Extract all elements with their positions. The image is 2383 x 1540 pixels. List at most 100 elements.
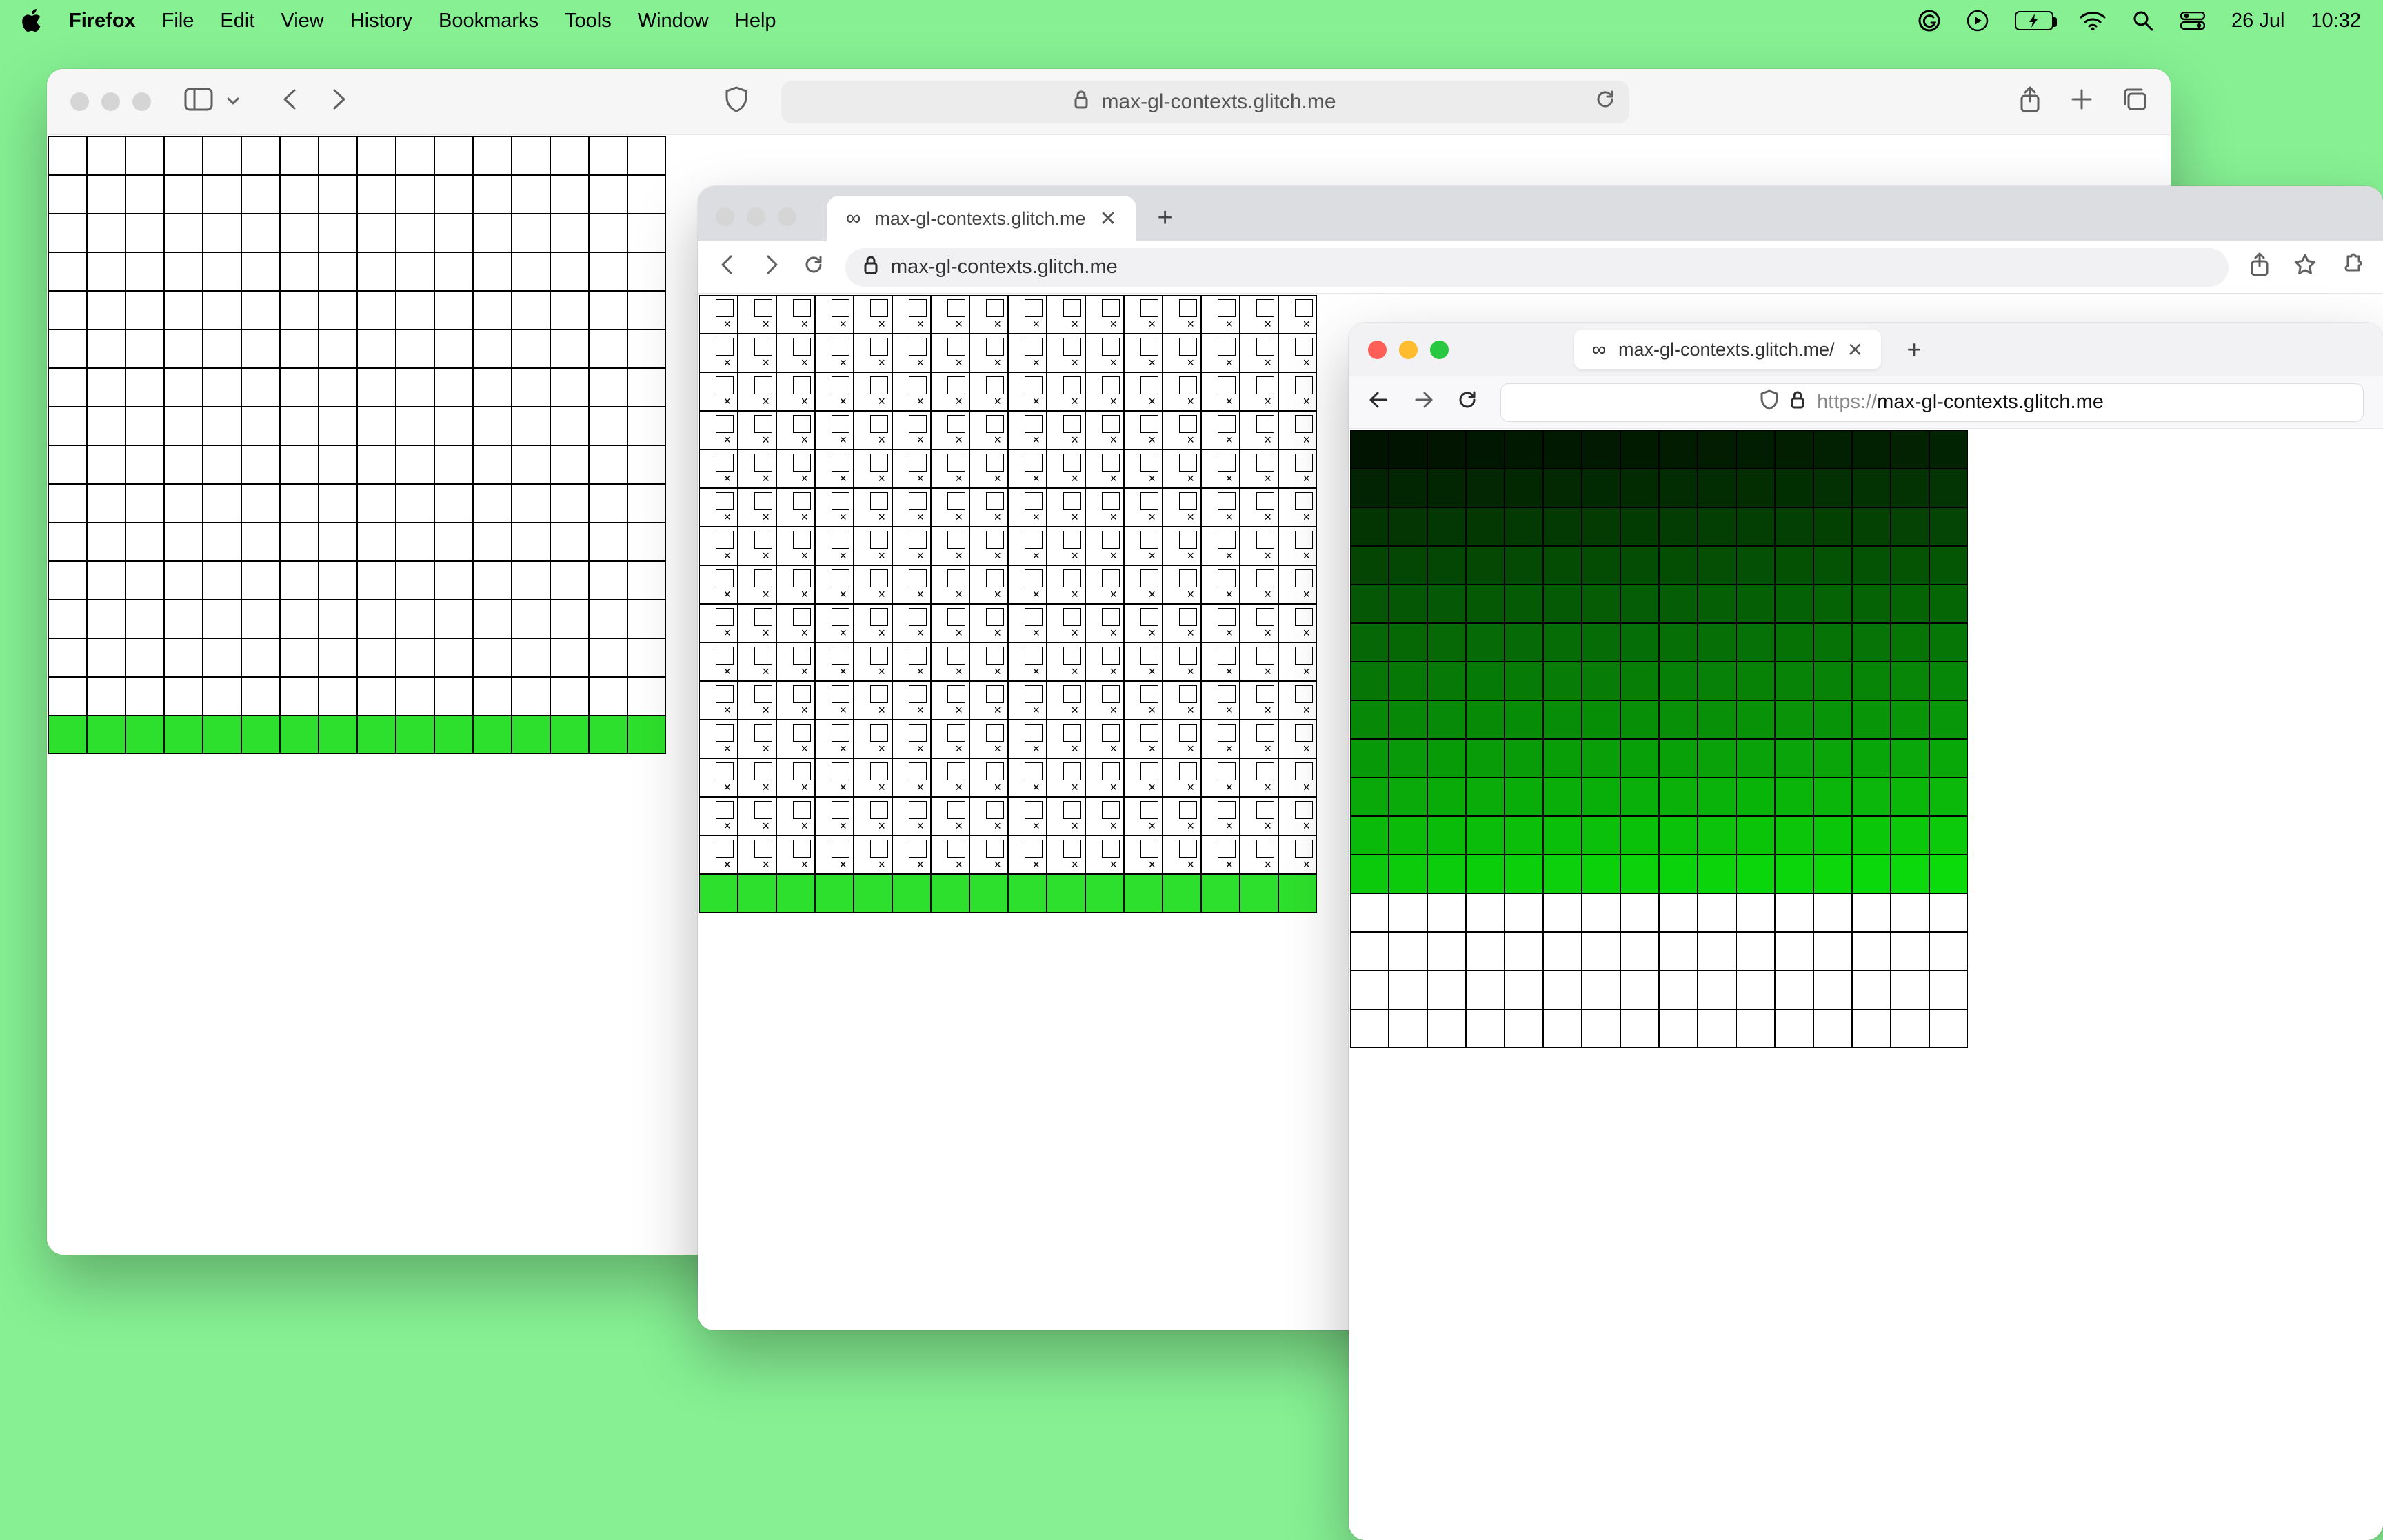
minimize-button[interactable] xyxy=(101,92,120,111)
grid-cell xyxy=(1929,893,1968,932)
grid-cell xyxy=(1852,932,1891,971)
grid-cell xyxy=(1620,971,1659,1009)
firefox-address-bar[interactable]: https://max-gl-contexts.glitch.me xyxy=(1500,383,2364,422)
sidebar-icon[interactable] xyxy=(184,88,213,116)
control-center-icon[interactable] xyxy=(2180,12,2205,30)
new-tab-button[interactable]: + xyxy=(1149,201,1182,234)
infinity-favicon-icon: ∞ xyxy=(846,207,861,230)
grid-cell xyxy=(1813,1009,1852,1048)
firefox-tab[interactable]: ∞ max-gl-contexts.glitch.me/ ✕ xyxy=(1574,330,1881,369)
grid-cell xyxy=(48,561,87,600)
grid-cell xyxy=(1775,585,1813,623)
grid-cell xyxy=(241,523,280,561)
chrome-tab[interactable]: ∞ max-gl-contexts.glitch.me ✕ xyxy=(827,196,1136,241)
spotlight-icon[interactable] xyxy=(2132,10,2154,32)
close-tab-icon[interactable]: ✕ xyxy=(1100,207,1117,231)
minimize-button[interactable] xyxy=(747,207,765,226)
reload-icon[interactable] xyxy=(803,254,825,281)
menubar-time[interactable]: 10:32 xyxy=(2311,10,2361,32)
minimize-button[interactable] xyxy=(1399,341,1418,359)
grid-cell xyxy=(319,484,357,523)
grid-cell xyxy=(1163,449,1201,488)
grid-cell xyxy=(357,175,396,214)
menubar-tools[interactable]: Tools xyxy=(565,10,612,32)
grid-cell xyxy=(1201,720,1240,758)
back-button[interactable] xyxy=(1368,389,1390,416)
grid-cell xyxy=(473,214,512,252)
menubar-help[interactable]: Help xyxy=(735,10,776,32)
close-tab-icon[interactable]: ✕ xyxy=(1847,338,1863,361)
grid-cell xyxy=(512,175,550,214)
share-icon[interactable] xyxy=(2249,252,2270,282)
menubar-file[interactable]: File xyxy=(162,10,194,32)
reload-icon[interactable] xyxy=(1595,89,1616,115)
back-button[interactable] xyxy=(717,254,739,281)
grid-cell xyxy=(1201,334,1240,372)
grid-cell xyxy=(892,488,931,527)
grid-cell xyxy=(434,716,473,754)
menubar-bookmarks[interactable]: Bookmarks xyxy=(439,10,539,32)
grammarly-icon[interactable] xyxy=(1918,10,1940,32)
menubar-history[interactable]: History xyxy=(350,10,412,32)
chrome-address-bar[interactable]: max-gl-contexts.glitch.me xyxy=(845,248,2229,287)
back-button[interactable] xyxy=(281,88,300,116)
grid-cell xyxy=(854,681,892,720)
grid-cell xyxy=(357,407,396,445)
close-button[interactable] xyxy=(70,92,89,111)
grid-cell xyxy=(48,252,87,291)
wifi-icon[interactable] xyxy=(2080,11,2106,30)
grid-cell xyxy=(1543,778,1582,816)
grid-cell xyxy=(1124,334,1163,372)
close-button[interactable] xyxy=(716,207,734,226)
firefox-traffic-lights[interactable] xyxy=(1368,341,1449,359)
extensions-icon[interactable] xyxy=(2340,253,2364,281)
grid-cell xyxy=(1582,932,1620,971)
grid-cell xyxy=(854,372,892,411)
grid-cell xyxy=(627,407,666,445)
apple-menu-icon[interactable] xyxy=(22,9,43,32)
star-icon[interactable] xyxy=(2293,253,2317,281)
menubar-edit[interactable]: Edit xyxy=(220,10,254,32)
grid-cell xyxy=(1047,295,1085,334)
grid-cell xyxy=(1775,778,1813,816)
close-button[interactable] xyxy=(1368,341,1387,359)
safari-traffic-lights[interactable] xyxy=(70,92,151,111)
grid-cell xyxy=(1427,700,1466,739)
grid-cell xyxy=(87,330,125,368)
forward-button[interactable] xyxy=(1412,389,1434,416)
reload-icon[interactable] xyxy=(1456,389,1478,416)
grid-cell xyxy=(627,600,666,638)
safari-address-bar[interactable]: max-gl-contexts.glitch.me xyxy=(781,81,1629,123)
grid-cell xyxy=(1852,623,1891,662)
maximize-button[interactable] xyxy=(132,92,151,111)
grid-cell xyxy=(1852,700,1891,739)
grid-cell xyxy=(434,136,473,175)
forward-button[interactable] xyxy=(760,254,782,281)
share-icon[interactable] xyxy=(2019,86,2041,117)
grid-cell xyxy=(1736,469,1775,507)
grid-cell xyxy=(1852,507,1891,546)
new-tab-button[interactable]: + xyxy=(1899,334,1929,365)
chrome-traffic-lights[interactable] xyxy=(716,207,796,226)
media-playing-icon[interactable] xyxy=(1967,10,1989,32)
maximize-button[interactable] xyxy=(778,207,796,226)
grid-cell xyxy=(473,638,512,677)
grid-cell xyxy=(738,449,776,488)
chevron-down-icon[interactable] xyxy=(225,91,241,113)
grid-cell xyxy=(550,214,589,252)
menubar-app-name[interactable]: Firefox xyxy=(69,10,136,32)
privacy-shield-icon[interactable] xyxy=(725,86,748,117)
grid-cell xyxy=(1505,855,1543,893)
forward-button[interactable] xyxy=(329,88,348,116)
grid-cell xyxy=(1775,1009,1813,1048)
menubar-view[interactable]: View xyxy=(281,10,323,32)
menubar-date[interactable]: 26 Jul xyxy=(2231,10,2284,32)
tab-overview-icon[interactable] xyxy=(2122,88,2147,116)
menubar-window[interactable]: Window xyxy=(638,10,709,32)
maximize-button[interactable] xyxy=(1430,341,1449,359)
grid-cell xyxy=(280,291,319,330)
grid-cell xyxy=(854,527,892,565)
grid-cell xyxy=(1008,527,1047,565)
battery-icon[interactable] xyxy=(2015,11,2053,30)
new-tab-icon[interactable] xyxy=(2070,88,2093,116)
